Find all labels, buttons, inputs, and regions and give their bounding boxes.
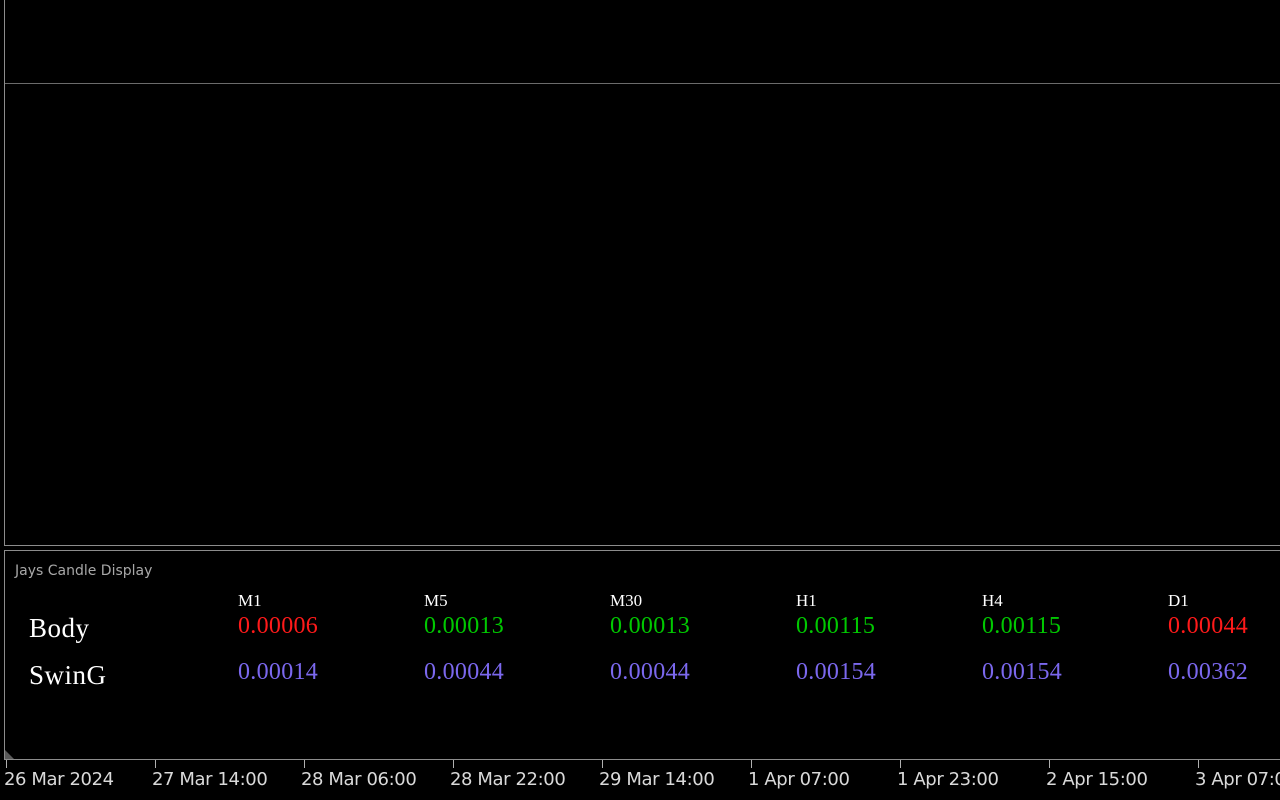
swing-value: 0.00044: [424, 659, 505, 685]
swing-value: 0.00154: [796, 659, 877, 685]
time-axis-tick: [155, 760, 156, 768]
timeframe-label: M30: [610, 591, 643, 610]
time-axis-tick: [1198, 760, 1199, 768]
timeframe-label: D1: [1168, 591, 1189, 610]
subwindow-corner-icon: [5, 750, 14, 759]
timeframe-label: M5: [424, 591, 448, 610]
swing-value: 0.00154: [982, 659, 1063, 685]
time-axis-tick: [453, 760, 454, 768]
indicator-title: Jays Candle Display: [15, 563, 153, 579]
timeframe-column-m1: M1 0.00006 0.00014: [238, 591, 418, 686]
time-axis-tick: [304, 760, 305, 768]
main-chart-window[interactable]: [4, 0, 1280, 546]
time-axis-tick: [6, 760, 7, 768]
swing-value: 0.00014: [238, 659, 319, 685]
body-value: 0.00013: [424, 613, 505, 639]
body-value: 0.00115: [982, 613, 1062, 639]
time-axis-label: 2 Apr 15:00: [1046, 769, 1148, 790]
time-axis-label: 28 Mar 06:00: [301, 769, 417, 790]
timeframe-column-d1: D1 0.00044 0.00362: [1168, 591, 1280, 686]
time-axis-label: 28 Mar 22:00: [450, 769, 566, 790]
timeframe-label: M1: [238, 591, 262, 610]
body-value: 0.00006: [238, 613, 319, 639]
timeframe-column-m5: M5 0.00013 0.00044: [424, 591, 604, 686]
time-axis-label: 26 Mar 2024: [4, 769, 114, 790]
time-axis-label: 3 Apr 07:00: [1195, 769, 1280, 790]
timeframe-label: H4: [982, 591, 1003, 610]
timeframe-label: H1: [796, 591, 817, 610]
swing-row-label: SwinG: [29, 660, 107, 690]
time-axis-label: 1 Apr 23:00: [897, 769, 999, 790]
timeframe-column-h4: H4 0.00115 0.00154: [982, 591, 1162, 686]
time-axis[interactable]: 26 Mar 2024 27 Mar 14:00 28 Mar 06:00 28…: [0, 760, 1280, 800]
time-axis-tick: [900, 760, 901, 768]
timeframe-column-m30: M30 0.00013 0.00044: [610, 591, 790, 686]
body-value: 0.00013: [610, 613, 691, 639]
time-axis-tick: [1049, 760, 1050, 768]
swing-value: 0.00362: [1168, 659, 1249, 685]
body-value: 0.00044: [1168, 613, 1249, 639]
time-axis-label: 1 Apr 07:00: [748, 769, 850, 790]
time-axis-label: 27 Mar 14:00: [152, 769, 268, 790]
time-axis-tick: [602, 760, 603, 768]
indicator-subwindow[interactable]: Jays Candle Display Body SwinG M1 0.0000…: [4, 550, 1280, 760]
body-row-label: Body: [29, 613, 90, 643]
swing-value: 0.00044: [610, 659, 691, 685]
time-axis-label: 29 Mar 14:00: [599, 769, 715, 790]
body-value: 0.00115: [796, 613, 876, 639]
price-level-line[interactable]: [5, 83, 1280, 84]
time-axis-tick: [751, 760, 752, 768]
timeframe-column-h1: H1 0.00115 0.00154: [796, 591, 976, 686]
